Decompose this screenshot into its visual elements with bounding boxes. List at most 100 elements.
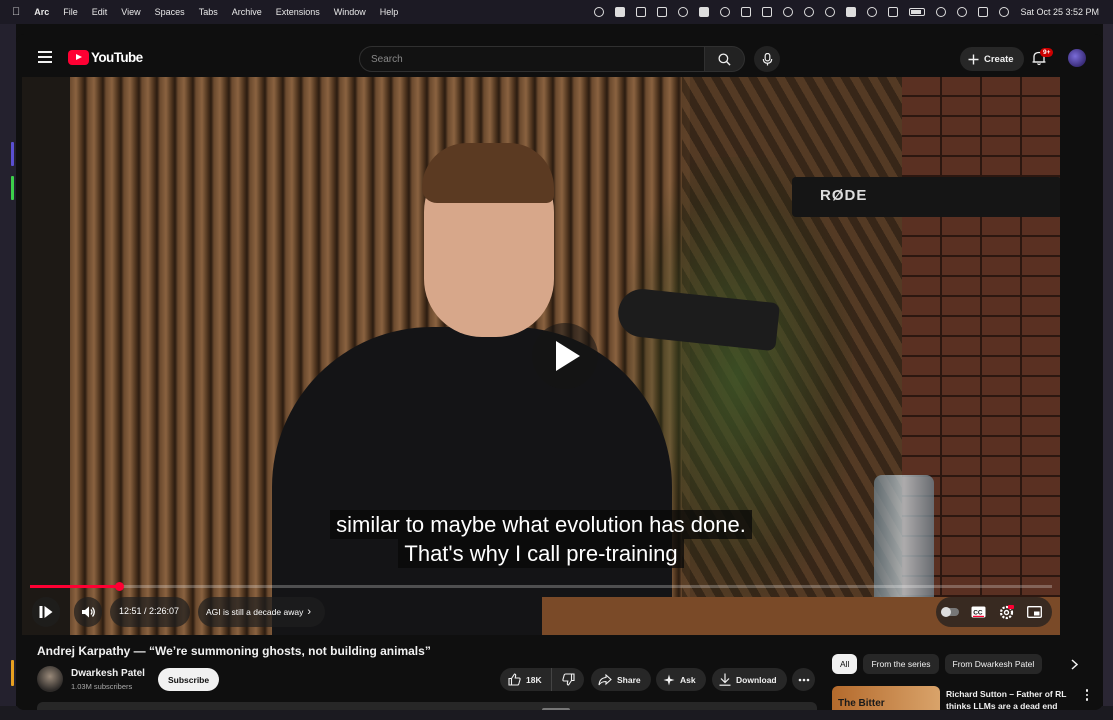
guide-menu-icon[interactable] bbox=[38, 51, 52, 63]
desktop-decoration bbox=[11, 660, 14, 686]
volume-pill bbox=[74, 597, 102, 627]
recommendation-title[interactable]: Richard Sutton – Father of RL thinks LLM… bbox=[946, 688, 1076, 710]
search-button[interactable] bbox=[705, 46, 745, 72]
status-clock-icon[interactable] bbox=[825, 7, 836, 17]
status-notion-icon[interactable] bbox=[741, 7, 752, 17]
mute-button[interactable] bbox=[74, 597, 102, 627]
like-button[interactable]: 18K bbox=[500, 668, 552, 691]
svg-text:CC: CC bbox=[973, 610, 983, 617]
status-butterfly-icon[interactable] bbox=[615, 7, 626, 17]
description-box[interactable] bbox=[37, 702, 817, 710]
menu-view[interactable]: View bbox=[121, 7, 140, 17]
caption-line-1: similar to maybe what evolution has done… bbox=[330, 510, 752, 539]
like-count: 18K bbox=[526, 674, 542, 685]
status-grammar-icon[interactable] bbox=[636, 7, 647, 17]
menu-tabs[interactable]: Tabs bbox=[199, 7, 218, 17]
player-controls: 12:51 / 2:26:07 AGI is still a decade aw… bbox=[22, 597, 1060, 627]
chevron-right-icon: › bbox=[307, 606, 311, 618]
play-pause-button[interactable] bbox=[32, 597, 60, 627]
menu-extensions[interactable]: Extensions bbox=[276, 7, 320, 17]
desktop-background-right bbox=[1103, 24, 1113, 720]
status-keyboard-icon[interactable] bbox=[846, 7, 857, 17]
subtitles-button[interactable]: CC bbox=[964, 597, 992, 627]
status-play-icon[interactable] bbox=[804, 7, 815, 17]
play-pause-pill bbox=[32, 597, 60, 627]
progress-bar[interactable] bbox=[30, 582, 1052, 591]
settings-button[interactable] bbox=[992, 597, 1020, 627]
chip-from-channel[interactable]: From Dwarkesh Patel bbox=[944, 654, 1043, 674]
menu-help[interactable]: Help bbox=[380, 7, 399, 17]
menu-edit[interactable]: Edit bbox=[92, 7, 108, 17]
miniplayer-button[interactable] bbox=[1020, 597, 1048, 627]
menu-file[interactable]: File bbox=[63, 7, 78, 17]
miniplayer-icon bbox=[1026, 606, 1042, 618]
status-chart-icon[interactable] bbox=[657, 7, 668, 17]
desktop-decoration bbox=[11, 142, 14, 166]
app-menu-arc[interactable]: Arc bbox=[34, 7, 49, 17]
wifi-icon[interactable] bbox=[936, 7, 947, 17]
share-label: Share bbox=[617, 674, 641, 685]
window-drag-handle[interactable] bbox=[542, 708, 570, 710]
plus-icon bbox=[968, 54, 979, 64]
apple-menu-icon[interactable]:  bbox=[12, 6, 20, 18]
youtube-wordmark: YouTube bbox=[91, 50, 143, 65]
siri-icon[interactable] bbox=[999, 7, 1010, 17]
spotlight-search-icon[interactable] bbox=[957, 7, 968, 17]
youtube-logo[interactable]: YouTube bbox=[68, 50, 143, 65]
chapter-title: AGI is still a decade away bbox=[206, 607, 304, 617]
status-shield-icon[interactable] bbox=[594, 7, 605, 17]
menu-spaces[interactable]: Spaces bbox=[155, 7, 185, 17]
bluetooth-icon[interactable] bbox=[888, 7, 899, 17]
video-frame-person bbox=[272, 327, 672, 635]
recommendation-thumbnail-text: The Bitter bbox=[838, 698, 885, 709]
download-icon bbox=[719, 673, 731, 686]
recommendation-thumbnail[interactable]: The Bitter bbox=[832, 686, 940, 710]
like-dislike-group: 18K bbox=[500, 668, 584, 691]
status-moon-icon[interactable] bbox=[783, 7, 794, 17]
chevron-right-icon bbox=[1070, 658, 1078, 670]
chip-all[interactable]: All bbox=[832, 654, 858, 674]
status-chat-icon[interactable] bbox=[720, 7, 731, 17]
closed-captions-icon: CC bbox=[971, 606, 985, 618]
subscriber-count: 1.03M subscribers bbox=[71, 682, 133, 691]
menu-window[interactable]: Window bbox=[334, 7, 366, 17]
chips-next-button[interactable] bbox=[1066, 656, 1082, 672]
chip-from-the-series[interactable]: From the series bbox=[863, 654, 939, 674]
recommendation-menu-icon[interactable] bbox=[1082, 688, 1092, 702]
subscribe-button[interactable]: Subscribe bbox=[158, 668, 220, 691]
status-grid-icon[interactable] bbox=[762, 7, 773, 17]
download-label: Download bbox=[736, 674, 777, 685]
video-player[interactable]: RØDE similar to maybe what evolution has… bbox=[22, 77, 1060, 635]
search-input[interactable] bbox=[359, 46, 705, 72]
autoplay-toggle[interactable] bbox=[936, 597, 964, 627]
status-openai-icon[interactable] bbox=[678, 7, 689, 17]
menu-archive[interactable]: Archive bbox=[232, 7, 262, 17]
macos-menubar:  Arc File Edit View Spaces Tabs Archive… bbox=[0, 0, 1113, 24]
status-timer-icon[interactable] bbox=[867, 7, 878, 17]
channel-name[interactable]: Dwarkesh Patel bbox=[71, 668, 145, 679]
control-center-icon[interactable] bbox=[978, 7, 989, 17]
ask-button[interactable]: Ask bbox=[656, 668, 706, 691]
download-button[interactable]: Download bbox=[712, 668, 787, 691]
youtube-masthead: YouTube Create 9+ bbox=[16, 34, 1103, 82]
volume-icon bbox=[81, 606, 95, 618]
channel-avatar[interactable] bbox=[37, 666, 63, 692]
chapter-title-button[interactable]: AGI is still a decade away › bbox=[198, 597, 325, 627]
ask-label: Ask bbox=[680, 674, 696, 685]
menubar-datetime[interactable]: Sat Oct 25 3:52 PM bbox=[1020, 7, 1099, 17]
dislike-button[interactable] bbox=[552, 668, 584, 691]
video-title: Andrej Karpathy — “We’re summoning ghost… bbox=[37, 644, 431, 658]
share-button[interactable]: Share bbox=[591, 668, 651, 691]
notification-count-badge: 9+ bbox=[1040, 48, 1054, 57]
progress-played bbox=[30, 585, 120, 588]
voice-search-button[interactable] bbox=[754, 46, 780, 72]
create-button[interactable]: Create bbox=[960, 47, 1024, 71]
account-avatar[interactable] bbox=[1068, 49, 1086, 67]
browser-window: YouTube Create 9+ RØDE bbox=[16, 34, 1103, 710]
thumbs-down-icon bbox=[561, 673, 575, 686]
large-play-button[interactable] bbox=[532, 323, 598, 389]
battery-icon[interactable] bbox=[909, 8, 926, 16]
more-actions-button[interactable] bbox=[792, 668, 815, 691]
status-stack-icon[interactable] bbox=[699, 7, 710, 17]
video-frame-person-hair bbox=[422, 143, 554, 203]
